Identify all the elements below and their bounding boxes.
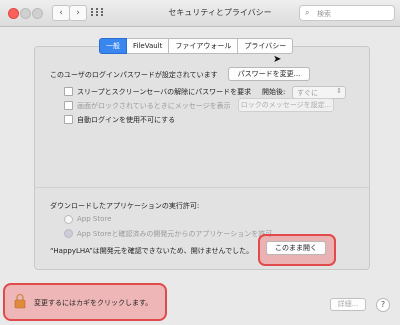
require-password-label: スリープとスクリーンセーバの解除にパスワードを要求	[77, 88, 252, 96]
downloads-heading: ダウンロードしたアプリケーションの実行許可:	[50, 202, 200, 210]
radio-app-store[interactable]	[64, 215, 73, 224]
advanced-button[interactable]: 詳細...	[330, 298, 366, 311]
tab-filevault[interactable]: FileVault	[127, 38, 170, 54]
radio-app-store-label: App Store	[77, 215, 112, 223]
mouse-cursor-icon: ➤	[273, 54, 282, 65]
title-bar: ‹ › セキュリティとプライバシー ⌕ 検索	[0, 0, 400, 27]
radio-app-store-identified-label: App Storeと確認済みの開発元からのアプリケーションを許可	[77, 230, 273, 238]
search-icon: ⌕	[305, 8, 310, 17]
forward-button[interactable]: ›	[69, 5, 87, 21]
disable-auto-login-label: 自動ログインを使用不可にする	[77, 116, 176, 124]
set-lock-message-button[interactable]: ロックのメッセージを設定...	[238, 98, 334, 112]
chevron-updown-icon: ⇕	[336, 87, 342, 95]
radio-app-store-identified[interactable]	[64, 229, 73, 238]
tab-bar: 一般 FileVault ファイアウォール プライバシー	[99, 38, 294, 54]
section-divider	[34, 187, 370, 188]
start-time-label: 開始後:	[262, 88, 286, 96]
show-message-checkbox[interactable]	[64, 101, 73, 110]
search-placeholder: 検索	[317, 10, 331, 18]
show-all-grid-icon[interactable]	[88, 5, 106, 19]
zoom-button[interactable]	[32, 8, 43, 19]
lock-icon[interactable]	[13, 293, 27, 309]
change-password-button[interactable]: パスワードを変更...	[228, 67, 310, 81]
start-time-value: すぐに	[297, 89, 318, 97]
open-anyway-button[interactable]: このまま開く	[266, 241, 326, 255]
search-field[interactable]: ⌕ 検索	[299, 5, 395, 21]
password-set-text: このユーザのログインパスワードが設定されています	[50, 71, 218, 79]
tab-firewall[interactable]: ファイアウォール	[169, 38, 239, 54]
close-button[interactable]	[8, 8, 19, 19]
disable-auto-login-checkbox[interactable]	[64, 115, 73, 124]
back-button[interactable]: ‹	[52, 5, 70, 21]
blocked-message: “HappyLHA”は開発元を確認できないため、開けませんでした。	[50, 247, 254, 255]
show-message-label: 画面がロックされているときにメッセージを表示	[77, 102, 231, 110]
help-button[interactable]: ?	[376, 298, 390, 312]
require-password-checkbox[interactable]	[64, 87, 73, 96]
window-title: セキュリティとプライバシー	[168, 8, 272, 17]
tab-privacy[interactable]: プライバシー	[238, 38, 294, 54]
minimize-button[interactable]	[20, 8, 31, 19]
tab-general[interactable]: 一般	[99, 38, 127, 54]
lock-text: 変更するにはカギをクリックします。	[34, 299, 153, 307]
